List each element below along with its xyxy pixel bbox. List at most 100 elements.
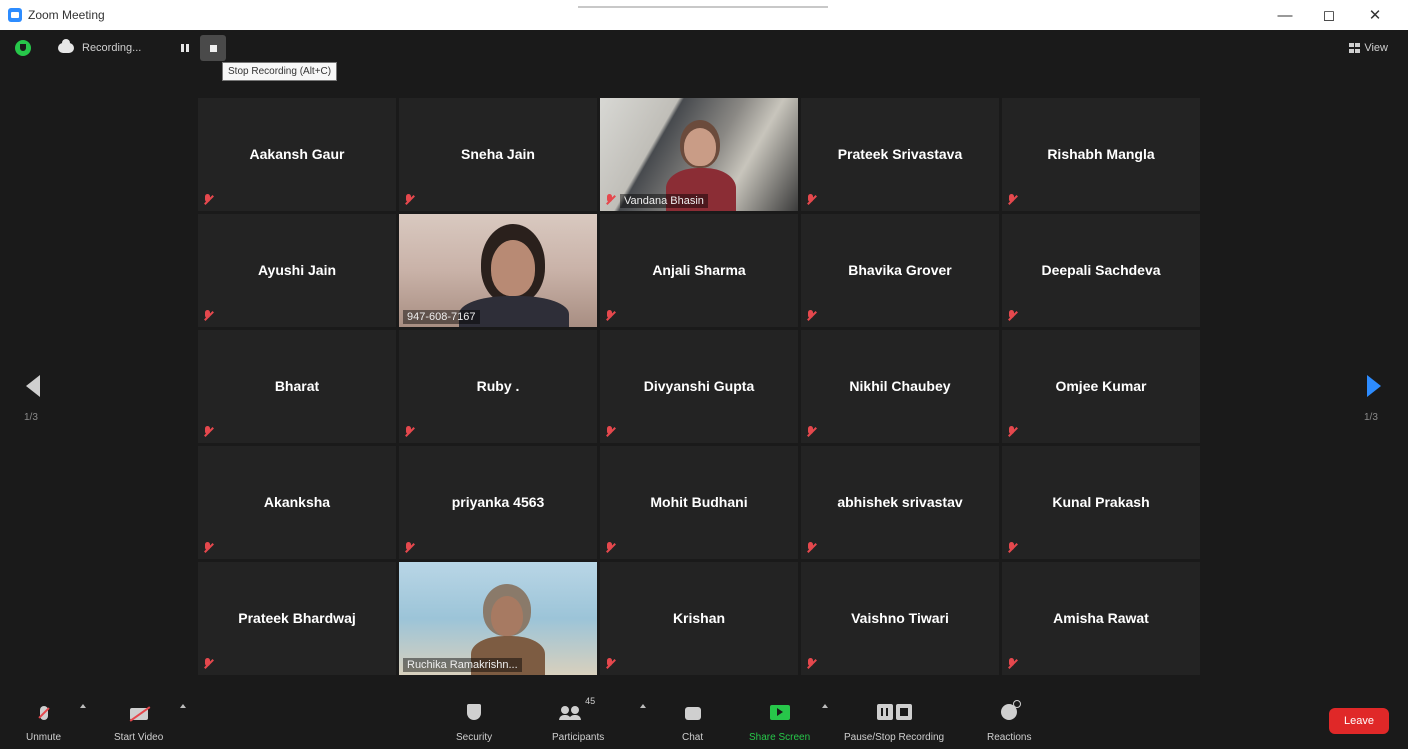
participant-tile[interactable]: Anjali Sharma: [600, 214, 798, 327]
title-bar: Zoom Meeting — ◻ ✕: [0, 0, 1408, 30]
pause-stop-recording-icon: [876, 704, 912, 720]
video-options-caret-icon[interactable]: [180, 704, 186, 708]
share-options-caret-icon[interactable]: [822, 704, 828, 708]
stop-recording-tooltip: Stop Recording (Alt+C): [222, 62, 338, 81]
muted-mic-icon: [1007, 426, 1017, 438]
participant-tile[interactable]: Bhavika Grover: [801, 214, 999, 327]
previous-page-arrow-icon[interactable]: [26, 375, 40, 397]
participant-tile[interactable]: Deepali Sachdeva: [1002, 214, 1200, 327]
pause-icon: [181, 44, 184, 52]
pause-recording-button[interactable]: [176, 40, 194, 56]
participant-tile[interactable]: Aakansh Gaur: [198, 98, 396, 211]
unmute-button[interactable]: Unmute: [26, 696, 61, 743]
participant-name: Ruchika Ramakrishn...: [403, 658, 522, 672]
participant-tile[interactable]: Nikhil Chaubey: [801, 330, 999, 443]
muted-mic-icon: [404, 194, 414, 206]
recording-label: Recording...: [82, 42, 142, 54]
muted-mic-icon: [605, 542, 615, 554]
start-video-label: Start Video: [114, 732, 164, 743]
participant-tile[interactable]: Amisha Rawat: [1002, 562, 1200, 675]
video-off-icon: [129, 708, 148, 720]
participant-tile[interactable]: Prateek Bhardwaj: [198, 562, 396, 675]
participant-name: Omjee Kumar: [1055, 378, 1147, 394]
participants-count: 45: [585, 696, 596, 706]
muted-mic-icon: [1007, 542, 1017, 554]
minimize-button[interactable]: —: [1262, 0, 1308, 30]
meeting-top-bar: Recording... View: [0, 30, 1408, 66]
muted-mic-icon: [203, 194, 213, 206]
participant-video-tile[interactable]: Vandana Bhasin: [600, 98, 798, 211]
muted-mic-icon: [806, 426, 816, 438]
participant-tile[interactable]: Krishan: [600, 562, 798, 675]
participant-name: Rishabh Mangla: [1047, 146, 1155, 162]
window-title: Zoom Meeting: [28, 8, 105, 22]
reactions-emoji-icon: [1001, 700, 1022, 720]
share-screen-label: Share Screen: [749, 732, 811, 743]
muted-microphone-icon: [39, 706, 48, 720]
participant-tile[interactable]: Kunal Prakash: [1002, 446, 1200, 559]
reactions-button[interactable]: Reactions: [987, 696, 1031, 743]
view-label: View: [1364, 42, 1388, 54]
muted-mic-icon: [605, 658, 615, 670]
participant-name: Vandana Bhasin: [620, 194, 708, 208]
participant-tile[interactable]: Mohit Budhani: [600, 446, 798, 559]
muted-mic-icon: [203, 658, 213, 670]
cloud-recording-icon: [58, 39, 74, 53]
participant-name: Sneha Jain: [461, 146, 535, 162]
share-screen-icon: [769, 705, 790, 720]
close-button[interactable]: ✕: [1352, 0, 1398, 30]
participant-name: Kunal Prakash: [1052, 494, 1150, 510]
share-screen-button[interactable]: Share Screen: [749, 696, 810, 743]
participant-tile[interactable]: abhishek srivastav: [801, 446, 999, 559]
chat-button[interactable]: Chat: [682, 696, 703, 743]
participant-tile[interactable]: Akanksha: [198, 446, 396, 559]
start-video-button[interactable]: Start Video: [114, 696, 163, 743]
muted-mic-icon: [203, 426, 213, 438]
view-button[interactable]: View: [1349, 42, 1388, 54]
participant-tile[interactable]: priyanka 4563: [399, 446, 597, 559]
pause-stop-recording-label: Pause/Stop Recording: [844, 732, 945, 743]
participant-name: Mohit Budhani: [650, 494, 748, 510]
security-label: Security: [456, 732, 493, 743]
participant-name: Ruby .: [476, 378, 520, 394]
participant-name: Vaishno Tiwari: [851, 610, 949, 626]
participant-tile[interactable]: Sneha Jain: [399, 98, 597, 211]
participant-tile[interactable]: Ayushi Jain: [198, 214, 396, 327]
participant-tile[interactable]: Bharat: [198, 330, 396, 443]
participant-name: Deepali Sachdeva: [1041, 262, 1161, 278]
participant-tile[interactable]: Omjee Kumar: [1002, 330, 1200, 443]
participant-tile[interactable]: Vaishno Tiwari: [801, 562, 999, 675]
next-page-arrow-icon[interactable]: [1367, 375, 1381, 397]
participants-options-caret-icon[interactable]: [640, 704, 646, 708]
leave-meeting-button[interactable]: Leave: [1329, 708, 1389, 734]
participant-name: Ayushi Jain: [257, 262, 337, 278]
encryption-shield-icon[interactable]: [15, 40, 31, 56]
pause-stop-recording-button[interactable]: Pause/Stop Recording: [844, 696, 944, 743]
muted-mic-icon: [605, 194, 615, 206]
active-speaker-tile[interactable]: Ruchika Ramakrishn...: [399, 562, 597, 675]
stop-icon: [209, 44, 217, 52]
muted-mic-icon: [203, 310, 213, 322]
audio-options-caret-icon[interactable]: [80, 704, 86, 708]
participants-button[interactable]: 45 Participants: [552, 696, 604, 743]
muted-mic-icon: [605, 426, 615, 438]
zoom-app-icon: [8, 8, 22, 22]
muted-mic-icon: [1007, 194, 1017, 206]
participant-name: Prateek Srivastava: [837, 146, 963, 162]
participant-video-tile[interactable]: 947-608-7167: [399, 214, 597, 327]
maximize-button[interactable]: ◻: [1306, 0, 1352, 30]
participant-tile[interactable]: Ruby .: [399, 330, 597, 443]
participant-name: Divyanshi Gupta: [643, 378, 755, 394]
participant-name: Akanksha: [263, 494, 331, 510]
muted-mic-icon: [203, 542, 213, 554]
participant-name: Anjali Sharma: [652, 262, 746, 278]
gallery-grid-icon: [1349, 43, 1361, 53]
next-page-label: 1/3: [1364, 412, 1378, 423]
participant-tile[interactable]: Prateek Srivastava: [801, 98, 999, 211]
security-shield-icon: [467, 704, 482, 720]
security-button[interactable]: Security: [456, 696, 492, 743]
participant-tile[interactable]: Divyanshi Gupta: [600, 330, 798, 443]
participant-name: Nikhil Chaubey: [849, 378, 951, 394]
participant-tile[interactable]: Rishabh Mangla: [1002, 98, 1200, 211]
stop-recording-button[interactable]: [200, 35, 226, 61]
